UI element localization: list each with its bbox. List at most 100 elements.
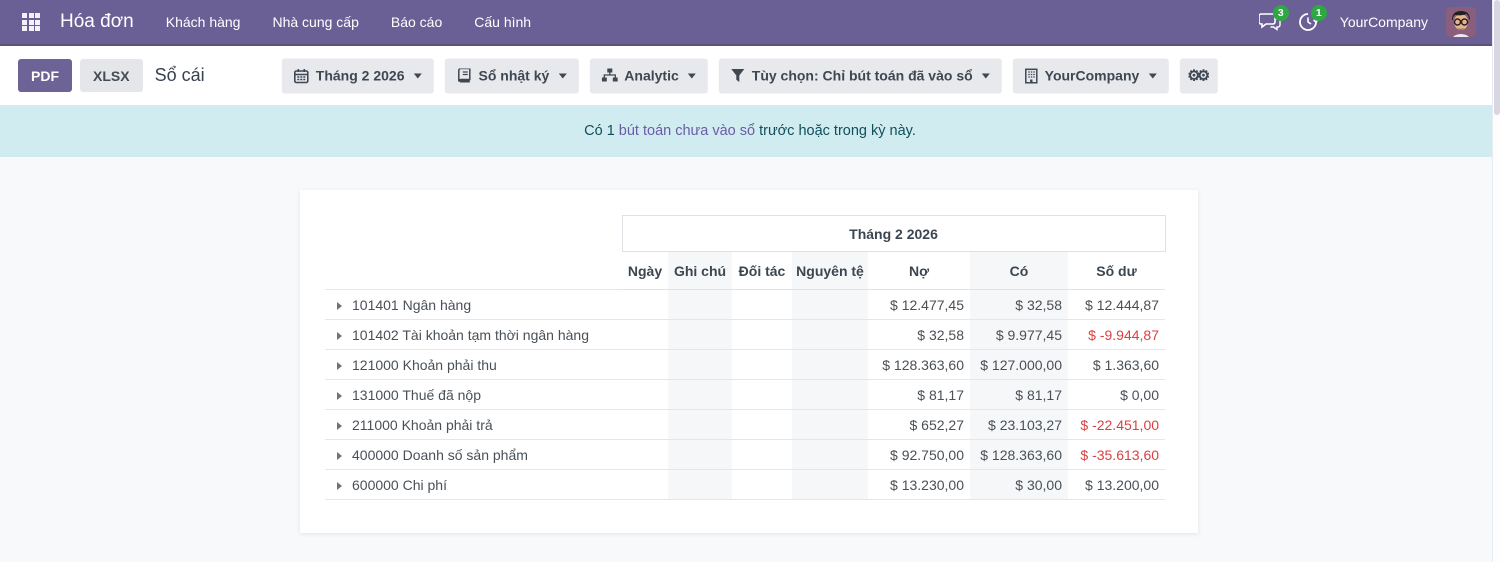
pdf-export-button[interactable]: PDF xyxy=(18,59,72,92)
currency-cell xyxy=(792,410,868,440)
currency-cell xyxy=(792,380,868,410)
banner-text-prefix: Có 1 xyxy=(584,123,619,139)
user-avatar[interactable] xyxy=(1446,7,1476,37)
unposted-entries-link[interactable]: bút toán chưa vào sổ xyxy=(619,123,755,139)
account-label: 121000 Khoản phải thu xyxy=(352,357,497,373)
avatar-image xyxy=(1446,7,1476,37)
report-card: Tháng 2 2026 Ngày Ghi chú Đối tác Nguyên… xyxy=(300,190,1198,533)
balance-cell: $ 0,00 xyxy=(1068,380,1165,410)
credit-cell: $ 81,17 xyxy=(970,380,1068,410)
expand-caret-icon[interactable] xyxy=(337,482,342,490)
debit-cell: $ 92.750,00 xyxy=(868,440,970,470)
debit-cell: $ 652,27 xyxy=(868,410,970,440)
scrollbar-thumb[interactable] xyxy=(1494,0,1500,115)
filter-funnel-icon xyxy=(731,69,745,83)
account-cell[interactable]: 121000 Khoản phải thu xyxy=(325,350,622,380)
messages-button[interactable]: 3 xyxy=(1256,8,1284,36)
note-cell xyxy=(668,290,732,320)
account-label: 600000 Chi phí xyxy=(352,477,447,493)
company-filter-button[interactable]: YourCompany xyxy=(1013,58,1169,93)
column-header-partner: Đối tác xyxy=(732,252,792,290)
expand-caret-icon[interactable] xyxy=(337,452,342,460)
account-cell[interactable]: 101402 Tài khoản tạm thời ngân hàng xyxy=(325,320,622,350)
debit-cell: $ 128.363,60 xyxy=(868,350,970,380)
account-label: 211000 Khoản phải trả xyxy=(352,417,493,433)
report-table-body: 101401 Ngân hàng$ 12.477,45$ 32,58$ 12.4… xyxy=(325,290,1165,500)
table-row: 600000 Chi phí$ 13.230,00$ 30,00$ 13.200… xyxy=(325,470,1165,500)
nav-item-customers[interactable]: Khách hàng xyxy=(152,0,255,44)
apps-menu-button[interactable] xyxy=(14,5,48,39)
company-switcher[interactable]: YourCompany xyxy=(1332,14,1436,30)
analytic-filter-label: Analytic xyxy=(624,68,678,84)
date-cell xyxy=(622,470,668,500)
partner-cell xyxy=(732,290,792,320)
column-header-credit: Có xyxy=(970,252,1068,290)
balance-cell: $ -9.944,87 xyxy=(1068,320,1165,350)
general-ledger-table: Tháng 2 2026 Ngày Ghi chú Đối tác Nguyên… xyxy=(325,215,1166,500)
note-cell xyxy=(668,350,732,380)
settings-button[interactable]: ⚙⚙ xyxy=(1179,58,1218,93)
account-cell[interactable]: 600000 Chi phí xyxy=(325,470,622,500)
expand-caret-icon[interactable] xyxy=(337,302,342,310)
chevron-down-icon xyxy=(982,73,990,78)
column-header-note: Ghi chú xyxy=(668,252,732,290)
options-filter-button[interactable]: Tùy chọn: Chỉ bút toán đã vào sổ xyxy=(719,58,1002,93)
credit-cell: $ 23.103,27 xyxy=(970,410,1068,440)
account-label: 101401 Ngân hàng xyxy=(352,297,471,313)
nav-item-vendors[interactable]: Nhà cung cấp xyxy=(258,0,372,44)
note-cell xyxy=(668,410,732,440)
vertical-scrollbar[interactable] xyxy=(1492,0,1500,562)
account-cell[interactable]: 131000 Thuế đã nộp xyxy=(325,380,622,410)
company-filter-label: YourCompany xyxy=(1045,68,1140,84)
table-row: 211000 Khoản phải trả $ 652,27$ 23.103,27… xyxy=(325,410,1165,440)
date-filter-button[interactable]: Tháng 2 2026 xyxy=(282,58,434,93)
table-row: 131000 Thuế đã nộp$ 81,17$ 81,17$ 0,00 xyxy=(325,380,1165,410)
account-cell[interactable]: 211000 Khoản phải trả xyxy=(325,410,622,440)
gears-icon: ⚙⚙ xyxy=(1187,67,1206,85)
debit-cell: $ 13.230,00 xyxy=(868,470,970,500)
note-cell xyxy=(668,440,732,470)
currency-cell xyxy=(792,440,868,470)
nav-item-configuration[interactable]: Cấu hình xyxy=(460,0,545,44)
account-cell[interactable]: 400000 Doanh số sản phẩm xyxy=(325,440,622,470)
building-icon xyxy=(1025,68,1038,83)
balance-cell: $ 13.200,00 xyxy=(1068,470,1165,500)
partner-cell xyxy=(732,440,792,470)
credit-cell: $ 128.363,60 xyxy=(970,440,1068,470)
journal-filter-label: Sổ nhật ký xyxy=(479,68,550,84)
options-filter-label: Tùy chọn: Chỉ bút toán đã vào sổ xyxy=(752,68,973,84)
note-cell xyxy=(668,320,732,350)
column-header-balance: Số dư xyxy=(1068,252,1165,290)
expand-caret-icon[interactable] xyxy=(337,422,342,430)
date-filter-label: Tháng 2 2026 xyxy=(316,68,405,84)
messages-badge: 3 xyxy=(1273,5,1289,21)
credit-cell: $ 127.000,00 xyxy=(970,350,1068,380)
expand-caret-icon[interactable] xyxy=(337,392,342,400)
note-cell xyxy=(668,380,732,410)
account-cell[interactable]: 101401 Ngân hàng xyxy=(325,290,622,320)
currency-cell xyxy=(792,290,868,320)
report-content-area: Tháng 2 2026 Ngày Ghi chú Đối tác Nguyên… xyxy=(0,157,1500,562)
balance-cell: $ -35.613,60 xyxy=(1068,440,1165,470)
activities-button[interactable]: 1 xyxy=(1294,8,1322,36)
account-label: 101402 Tài khoản tạm thời ngân hàng xyxy=(352,327,589,343)
xlsx-export-button[interactable]: XLSX xyxy=(80,59,143,92)
table-row: 121000 Khoản phải thu $ 128.363,60$ 127.0… xyxy=(325,350,1165,380)
book-icon xyxy=(457,69,472,83)
calendar-icon xyxy=(294,68,309,83)
partner-cell xyxy=(732,470,792,500)
chevron-down-icon xyxy=(414,73,422,78)
date-cell xyxy=(622,290,668,320)
expand-caret-icon[interactable] xyxy=(337,332,342,340)
current-app-name[interactable]: Hóa đơn xyxy=(52,11,148,33)
date-cell xyxy=(622,350,668,380)
journal-filter-button[interactable]: Sổ nhật ký xyxy=(445,58,579,93)
column-header-currency: Nguyên tệ xyxy=(792,252,868,290)
table-row: 101402 Tài khoản tạm thời ngân hàng$ 32,… xyxy=(325,320,1165,350)
currency-cell xyxy=(792,320,868,350)
nav-item-reports[interactable]: Báo cáo xyxy=(377,0,456,44)
analytic-filter-button[interactable]: Analytic xyxy=(589,58,707,93)
period-header: Tháng 2 2026 xyxy=(622,216,1165,252)
report-toolbar: PDF XLSX Sổ cái Tháng 2 2026 Sổ nhật ký xyxy=(0,46,1500,105)
expand-caret-icon[interactable] xyxy=(337,362,342,370)
